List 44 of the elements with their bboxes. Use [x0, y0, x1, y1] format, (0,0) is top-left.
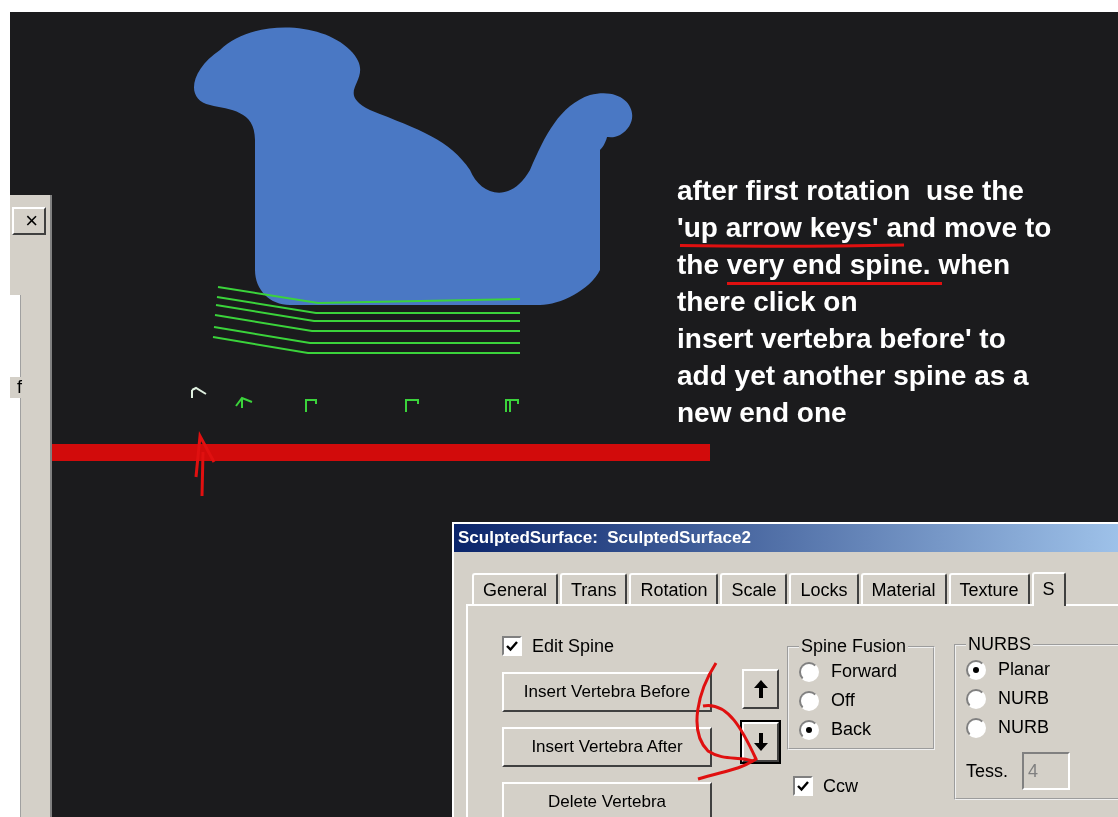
- annotation-line: new end one: [677, 399, 848, 427]
- annotation-line: there click on: [677, 288, 859, 316]
- vertebra-button[interactable]: Insert Vertebra Before: [502, 672, 712, 712]
- tab-label: f: [10, 377, 22, 398]
- vertebra-button[interactable]: Insert Vertebra After: [502, 727, 712, 767]
- tab[interactable]: General: [472, 573, 559, 604]
- radio-label: NURB: [998, 717, 1049, 738]
- close-button[interactable]: ×: [12, 207, 46, 235]
- vertebra-button[interactable]: Delete Vertebra: [502, 782, 712, 817]
- down-arrow-button[interactable]: [742, 722, 779, 762]
- radio-button[interactable]: [966, 688, 986, 709]
- tab[interactable]: Texture: [948, 573, 1030, 604]
- radio-button[interactable]: [966, 717, 986, 738]
- radio-label: Back: [831, 719, 871, 740]
- tab[interactable]: Rotation: [629, 573, 719, 604]
- check-mark-icon: [506, 640, 518, 652]
- tab[interactable]: S: [1031, 572, 1066, 606]
- radio-label: Off: [831, 690, 855, 711]
- group-title: NURBS: [967, 634, 1032, 655]
- tab[interactable]: Trans: [560, 573, 628, 604]
- annotation-line: insert vertebra before' to: [677, 325, 1007, 353]
- checkbox-label: Edit Spine: [532, 635, 615, 657]
- tess-label: Tess.: [966, 760, 1008, 782]
- tab[interactable]: Locks: [789, 573, 859, 604]
- checkbox[interactable]: [502, 636, 522, 656]
- check-mark-icon: [797, 780, 809, 792]
- radio-button[interactable]: [966, 659, 986, 680]
- radio-label: Forward: [831, 661, 897, 682]
- annotation-line: 'up arrow keys' and move to: [677, 214, 1052, 242]
- checkbox[interactable]: [793, 776, 813, 796]
- annotation-line: after first rotation use the: [677, 177, 1025, 205]
- radio-button[interactable]: [799, 690, 819, 711]
- annotation-line: the very end spine. when: [677, 251, 1011, 279]
- group-title: Spine Fusion: [800, 636, 908, 657]
- window-title: SculptedSurface: SculptedSurface2: [454, 524, 1118, 552]
- radio-button[interactable]: [799, 719, 819, 740]
- radio-label: Planar: [998, 659, 1051, 680]
- tab[interactable]: Scale: [720, 573, 788, 604]
- radio-label: NURB: [998, 688, 1049, 709]
- tab[interactable]: Material: [860, 573, 947, 604]
- checkbox-label: Ccw: [823, 775, 858, 797]
- radio-button[interactable]: [799, 661, 819, 682]
- up-arrow-button[interactable]: [742, 669, 779, 709]
- annotation-line: add yet another spine as a: [677, 362, 1030, 390]
